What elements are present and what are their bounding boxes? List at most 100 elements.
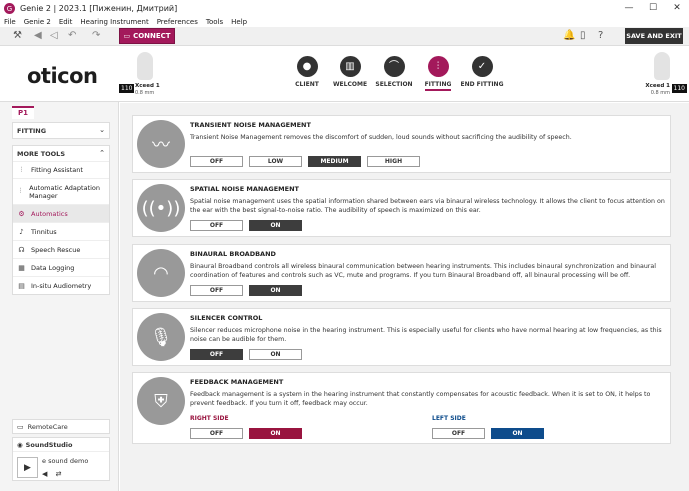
hearing-name: Xceed 1	[645, 83, 670, 89]
sidebar-item-data-logging[interactable]: ▦ Data Logging	[13, 258, 109, 276]
fb-right-on-button[interactable]: ON	[249, 428, 302, 439]
menu-file[interactable]: File	[4, 18, 16, 26]
menu-bar: File Genie 2 Edit Hearing Instrument Pre…	[0, 17, 689, 27]
play-icon: ▶	[24, 462, 31, 473]
hearing-aid-icon	[654, 52, 670, 80]
step-end-fitting[interactable]: ✓ END FITTING	[452, 56, 512, 88]
menu-edit[interactable]: Edit	[59, 18, 73, 26]
document-icon[interactable]: ▯	[580, 30, 586, 41]
chevron-down-icon: ⌄	[99, 126, 105, 134]
speaker-icon[interactable]: ◀	[34, 30, 42, 41]
transient-noise-panel: 〰 TRANSIENT NOISE MANAGEMENT Transient N…	[132, 115, 671, 173]
connect-label: CONNECT	[133, 32, 171, 40]
header: oticon 110 Xceed 1 0.8 mm ● CLIENT ▥ WEL…	[0, 46, 689, 102]
sound-demo-label: e sound demo	[42, 457, 89, 465]
maximize-icon[interactable]: ☐	[641, 0, 665, 17]
ear-pulse-icon: 〰	[137, 120, 185, 168]
close-icon[interactable]: ✕	[665, 0, 689, 17]
spatial-sound-icon: ((•))	[137, 184, 185, 232]
fb-left-off-button[interactable]: OFF	[432, 428, 485, 439]
sidebar-item-speech-rescue[interactable]: ☊ Speech Rescue	[13, 240, 109, 258]
menu-tools[interactable]: Tools	[206, 18, 223, 26]
shield-icon: ⛨	[137, 377, 185, 425]
main-content: 〰 TRANSIENT NOISE MANAGEMENT Transient N…	[120, 103, 689, 491]
audiometry-icon: ▤	[18, 281, 25, 290]
tnm-off-button[interactable]: OFF	[190, 156, 243, 167]
minimize-icon[interactable]: —	[617, 0, 641, 17]
hearing-sub: 0.8 mm	[650, 90, 670, 96]
hearing-aid-icon	[137, 52, 153, 80]
binaural-broadband-panel: ◠ BINAURAL BROADBAND Binaural Broadband …	[132, 244, 671, 302]
title-bar: G Genie 2 | 2023.1 [Пиженин, Дмитрий] — …	[0, 0, 689, 17]
fb-right-off-button[interactable]: OFF	[190, 428, 243, 439]
soundstudio-panel: ◉ SoundStudio ▶ e sound demo ◀ ⇄	[12, 437, 110, 481]
fitting-label: FITTING	[17, 126, 47, 135]
person-icon: ●	[296, 56, 318, 77]
sidebar-item-tinnitus[interactable]: ♪ Tinnitus	[13, 222, 109, 240]
connect-icon: ▭	[123, 32, 131, 40]
microphone-icon: 🎙	[137, 313, 185, 361]
redo-icon[interactable]: ↷	[92, 30, 100, 41]
program-tab-p1[interactable]: P1	[12, 106, 34, 119]
fb-left-on-button[interactable]: ON	[491, 428, 544, 439]
menu-preferences[interactable]: Preferences	[157, 18, 198, 26]
sliders-icon: ⫶	[427, 56, 449, 77]
tnm-medium-button[interactable]: MEDIUM	[308, 156, 361, 167]
soundstudio-label: SoundStudio	[25, 440, 73, 449]
remotecare-icon: ▭	[17, 422, 24, 431]
speech-icon: ☊	[18, 245, 25, 254]
hearing-number: 110	[671, 84, 687, 93]
play-button[interactable]: ▶	[17, 457, 38, 478]
hearing-instrument-right[interactable]: 110 Xceed 1 0.8 mm	[645, 52, 687, 96]
bb-on-button[interactable]: ON	[249, 285, 302, 296]
silencer-on-button[interactable]: ON	[249, 349, 302, 360]
bell-icon[interactable]: 🔔	[563, 30, 575, 41]
hearing-number: 110	[119, 84, 135, 93]
chevron-up-icon: ⌃	[99, 149, 105, 157]
spatial-noise-panel: ((•)) SPATIAL NOISE MANAGEMENT Spatial n…	[132, 179, 671, 237]
silencer-off-button[interactable]: OFF	[190, 349, 243, 360]
fitting-assistant-icon: ⫶	[20, 165, 23, 174]
connect-button[interactable]: ▭ CONNECT	[119, 28, 175, 44]
sidebar-item-adaptation-manager[interactable]: ⫶ Automatic Adaptation Manager	[13, 178, 109, 204]
shuffle-icon[interactable]: ⇄	[56, 470, 62, 478]
silencer-control-panel: 🎙 SILENCER CONTROL Silencer reduces micr…	[132, 308, 671, 366]
genie-logo-icon: G	[4, 3, 15, 14]
gear-icon: ⚙	[18, 209, 25, 218]
brand-logo: oticon	[27, 64, 98, 88]
tnm-high-button[interactable]: HIGH	[367, 156, 420, 167]
more-tools-header[interactable]: MORE TOOLS ⌃	[13, 146, 109, 161]
adaptation-icon: ⫶	[19, 187, 22, 195]
toolbar: ⚒ ◀ ◁ ↶ ↷ ▭ CONNECT 🔔 ▯ ? SAVE AND EXIT	[0, 27, 689, 46]
tinnitus-icon: ♪	[19, 227, 24, 236]
left-side-label: LEFT SIDE	[432, 415, 466, 422]
menu-help[interactable]: Help	[231, 18, 247, 26]
undo-icon[interactable]: ↶	[68, 30, 76, 41]
save-and-exit-button[interactable]: SAVE AND EXIT	[625, 28, 683, 44]
window-title: Genie 2 | 2023.1 [Пиженин, Дмитрий]	[20, 4, 178, 13]
headphones-icon: ◠	[137, 249, 185, 297]
hearing-instrument-left[interactable]: 110 Xceed 1 0.8 mm	[119, 52, 160, 96]
soundstudio-icon: ◉	[17, 440, 23, 449]
fitting-section[interactable]: FITTING ⌄	[12, 122, 110, 139]
sidebar-item-in-situ-audiometry[interactable]: ▤ In-situ Audiometry	[13, 276, 109, 294]
sidebar: P1 FITTING ⌄ MORE TOOLS ⌃ ⫶ Fitting Assi…	[0, 102, 119, 491]
tools-icon[interactable]: ⚒	[13, 30, 22, 41]
menu-genie[interactable]: Genie 2	[24, 18, 51, 26]
sidebar-item-automatics[interactable]: ⚙ Automatics	[13, 204, 109, 222]
sidebar-item-fitting-assistant[interactable]: ⫶ Fitting Assistant	[13, 161, 109, 178]
mute-icon[interactable]: ◁	[50, 30, 58, 41]
selection-icon: ⌒	[383, 56, 405, 77]
bb-off-button[interactable]: OFF	[190, 285, 243, 296]
hearing-name: Xceed 1	[135, 83, 160, 89]
remotecare-button[interactable]: ▭ RemoteCare	[12, 419, 110, 434]
menu-hearing-instrument[interactable]: Hearing Instrument	[80, 18, 148, 26]
feedback-management-panel: ⛨ FEEDBACK MANAGEMENT Feedback managemen…	[132, 372, 671, 444]
tnm-low-button[interactable]: LOW	[249, 156, 302, 167]
more-tools-section: MORE TOOLS ⌃ ⫶ Fitting Assistant ⫶ Autom…	[12, 145, 110, 295]
volume-icon[interactable]: ◀	[42, 470, 47, 478]
help-icon[interactable]: ?	[598, 30, 603, 41]
hearing-sub: 0.8 mm	[135, 90, 155, 96]
snm-on-button[interactable]: ON	[249, 220, 302, 231]
snm-off-button[interactable]: OFF	[190, 220, 243, 231]
